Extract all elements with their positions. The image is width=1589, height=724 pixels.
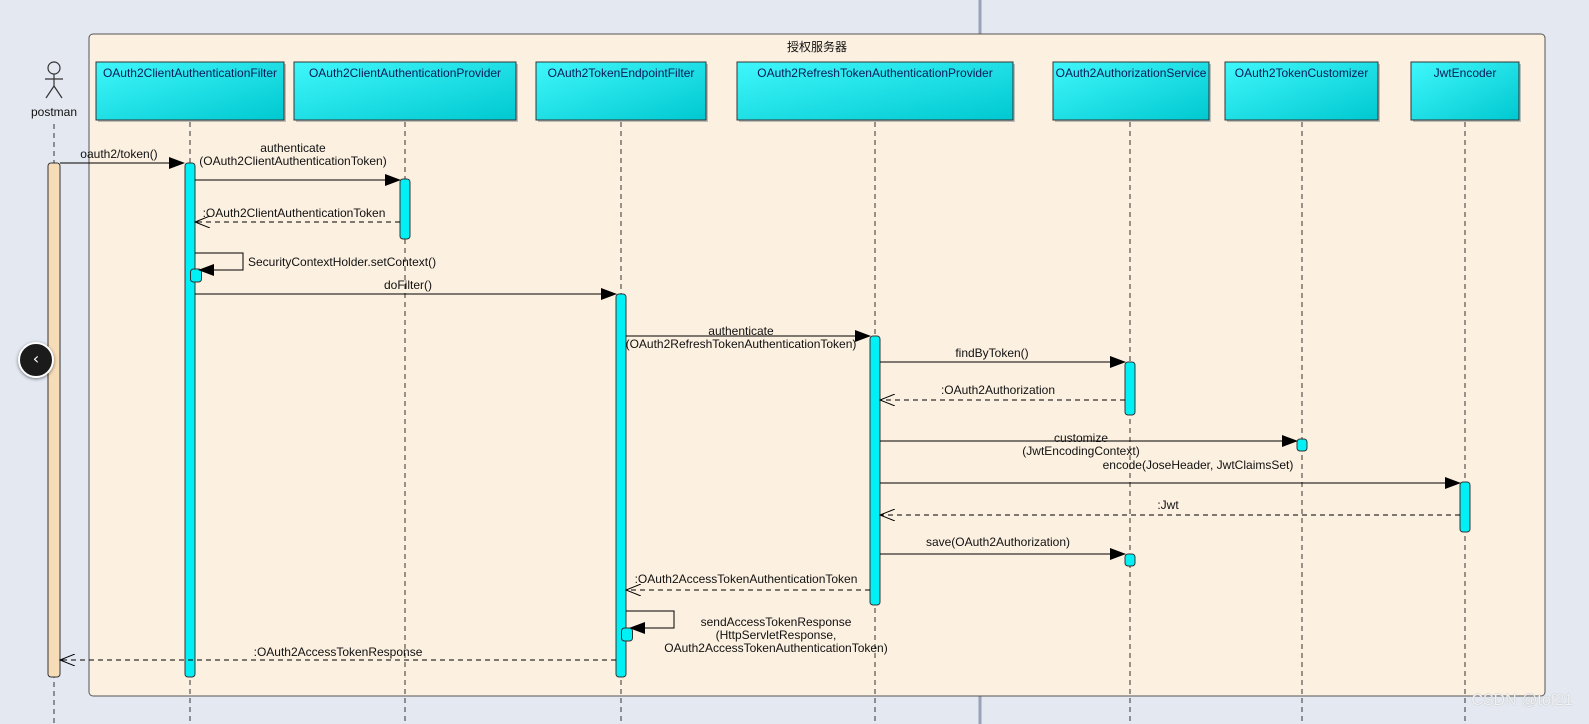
participant-jenc: JwtEncoder — [1410, 61, 1521, 122]
participant-cprov: OAuth2ClientAuthenticationProvider — [293, 61, 518, 122]
participant-rprov: OAuth2RefreshTokenAuthenticationProvider — [736, 61, 1015, 122]
activation-filter — [190, 268, 202, 283]
message-label: findByToken() — [955, 346, 1028, 360]
message-label: (JwtEncodingContext) — [1022, 444, 1139, 458]
participant-label: JwtEncoder — [1434, 66, 1497, 80]
participant-tcust: OAuth2TokenCustomizer — [1224, 61, 1380, 122]
back-button[interactable]: ‹ — [18, 342, 54, 378]
activation-tfilter — [615, 293, 627, 678]
actor-postman: postman — [31, 61, 77, 119]
activation-tcust — [1296, 438, 1308, 452]
system-frame — [88, 33, 1546, 697]
message-label: (OAuth2ClientAuthenticationToken) — [199, 154, 386, 168]
message-label: authenticate — [708, 324, 774, 338]
message-label: :OAuth2Authorization — [941, 383, 1055, 397]
message-label: customize — [1054, 431, 1108, 445]
message-label: OAuth2AccessTokenAuthenticationToken) — [664, 641, 887, 655]
participant-label: OAuth2TokenEndpointFilter — [548, 66, 695, 80]
activation-jenc — [1459, 481, 1471, 533]
participant-label: OAuth2RefreshTokenAuthenticationProvider — [757, 66, 992, 80]
message-label: authenticate — [260, 141, 326, 155]
participant-label: OAuth2ClientAuthenticationFilter — [103, 66, 277, 80]
participant-label: OAuth2ClientAuthenticationProvider — [309, 66, 501, 80]
message-label: :OAuth2AccessTokenResponse — [254, 645, 423, 659]
message-label: :OAuth2ClientAuthenticationToken — [203, 206, 386, 220]
participant-label: OAuth2TokenCustomizer — [1235, 66, 1368, 80]
sequence-diagram: 授权服务器 postman OAuth2ClientAuthentication… — [31, 0, 1546, 724]
activation-tfilter — [621, 627, 633, 642]
message-2: :OAuth2ClientAuthenticationToken — [195, 206, 400, 222]
message-label: :Jwt — [1157, 498, 1179, 512]
activation-asvc — [1124, 553, 1136, 567]
activation-filter — [184, 162, 196, 678]
actor-label: postman — [31, 105, 77, 119]
message-label: (HttpServletResponse, — [716, 628, 837, 642]
activation-cprov — [399, 178, 411, 240]
frame-title: 授权服务器 — [787, 39, 847, 54]
participant-filter: OAuth2ClientAuthenticationFilter — [95, 61, 286, 122]
activation-asvc — [1124, 361, 1136, 416]
activation-postman — [47, 162, 61, 678]
participant-tfilter: OAuth2TokenEndpointFilter — [535, 61, 708, 122]
watermark: CSDN @tof21 — [1471, 692, 1573, 709]
message-label: :OAuth2AccessTokenAuthenticationToken — [635, 572, 858, 586]
message-label: encode(JoseHeader, JwtClaimsSet) — [1103, 458, 1294, 472]
participant-label: OAuth2AuthorizationService — [1056, 66, 1207, 80]
message-label: oauth2/token() — [80, 147, 157, 161]
message-label: save(OAuth2Authorization) — [926, 535, 1070, 549]
message-label: SecurityContextHolder.setContext() — [248, 255, 436, 269]
activation-rprov — [869, 335, 881, 606]
message-label: doFilter() — [384, 278, 432, 292]
chevron-left-icon: ‹ — [32, 349, 40, 368]
participant-asvc: OAuth2AuthorizationService — [1052, 61, 1211, 122]
message-label: sendAccessTokenResponse — [701, 615, 852, 629]
message-label: (OAuth2RefreshTokenAuthenticationToken) — [626, 337, 857, 351]
